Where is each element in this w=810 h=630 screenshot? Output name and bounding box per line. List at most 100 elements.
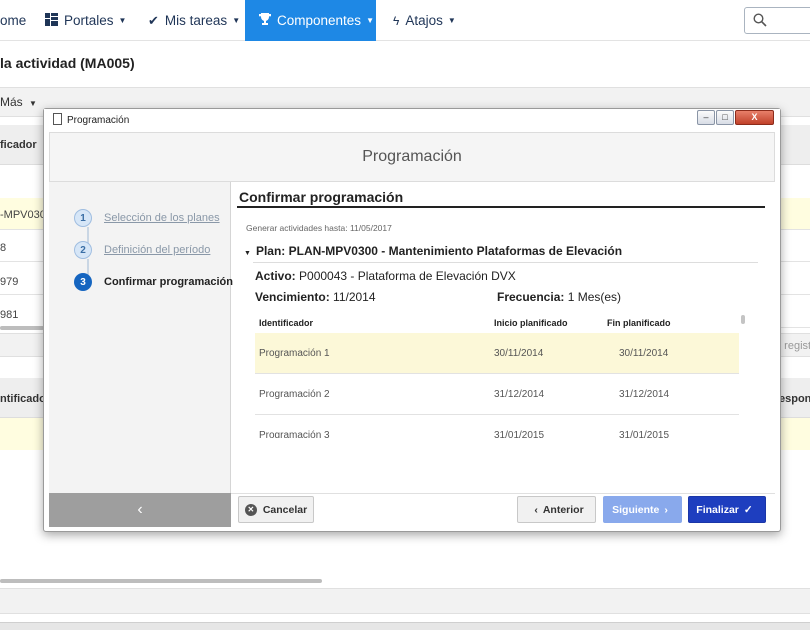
step-label: Selección de los planes bbox=[104, 212, 220, 224]
table-scrollbar[interactable] bbox=[741, 315, 745, 324]
activo-label: Activo: bbox=[255, 269, 296, 283]
confirm-content: Confirmar programación Generar actividad… bbox=[231, 182, 775, 493]
row-identificador: Programación 2 bbox=[259, 389, 330, 400]
checkmark-icon: ✓ bbox=[743, 503, 753, 516]
row-fin: 31/12/2014 bbox=[619, 389, 670, 400]
previous-label: Anterior bbox=[542, 503, 584, 516]
finish-label: Finalizar bbox=[696, 503, 739, 516]
row-identificador: Programación 3 bbox=[259, 430, 330, 438]
nav-portales-label: Portales bbox=[64, 13, 114, 28]
chevron-left-icon: ‹ bbox=[534, 503, 538, 516]
nav-portales[interactable]: Portales ▼ bbox=[45, 0, 126, 41]
row-cell: 8 bbox=[0, 242, 7, 254]
activo-field: Activo: P000043 - Plataforma de Elevació… bbox=[255, 269, 516, 283]
vencimiento-label: Vencimiento: bbox=[255, 290, 330, 304]
wizard-step-2[interactable]: 2 Definición del período bbox=[74, 240, 210, 260]
chevron-down-icon: ▼ bbox=[366, 16, 374, 25]
wizard-step-1[interactable]: 1 Selección de los planes bbox=[74, 208, 220, 228]
row-fin: 31/01/2015 bbox=[619, 430, 670, 438]
programacion-window: Programación – □ X Programación 1 Selecc… bbox=[43, 108, 781, 532]
chevron-down-icon: ▼ bbox=[118, 16, 127, 25]
more-label: Más bbox=[0, 95, 23, 109]
row-cell: 979 bbox=[0, 276, 19, 288]
next-button: Siguiente › bbox=[603, 496, 682, 523]
dialog-footer: ✕ Cancelar ‹ Anterior Siguiente › Finali… bbox=[231, 493, 775, 527]
dialog-title: Programación bbox=[362, 148, 462, 165]
nav-home-label: ome bbox=[0, 13, 27, 28]
step-label: Confirmar programación bbox=[104, 276, 233, 288]
next-label: Siguiente bbox=[612, 503, 660, 516]
page-title: la actividad (MA005) bbox=[0, 55, 135, 71]
document-icon bbox=[53, 113, 62, 125]
cancel-button[interactable]: ✕ Cancelar bbox=[238, 496, 314, 523]
column-header-identificador[interactable]: ficador bbox=[0, 139, 37, 151]
horizontal-scrollbar[interactable] bbox=[0, 326, 44, 330]
horizontal-scrollbar[interactable] bbox=[0, 579, 322, 583]
table-row[interactable]: Programación 3 31/01/2015 31/01/2015 bbox=[255, 415, 739, 438]
frecuencia-field: Frecuencia: 1 Mes(es) bbox=[497, 290, 621, 304]
nav-atajos[interactable]: ϟ Atajos ▼ bbox=[393, 0, 456, 41]
activo-value: P000043 - Plataforma de Elevación DVX bbox=[299, 269, 516, 283]
plan-title: Plan: PLAN-MPV0300 - Mantenimiento Plata… bbox=[255, 244, 623, 258]
nav-home[interactable]: ome bbox=[0, 0, 26, 41]
row-identificador: Programación 1 bbox=[259, 348, 330, 359]
top-navbar: ome Portales ▼ ✔ Mis tareas ▼ Componente… bbox=[0, 0, 810, 41]
step-number: 3 bbox=[74, 273, 92, 291]
row-inicio: 31/01/2015 bbox=[494, 430, 545, 438]
cancel-label: Cancelar bbox=[262, 503, 308, 516]
table-row[interactable]: Programación 1 30/11/2014 30/11/2014 bbox=[255, 333, 739, 374]
schedule-table-body: Programación 1 30/11/2014 30/11/2014 Pro… bbox=[231, 333, 775, 438]
generate-until-text: Generar actividades hasta: 11/05/2017 bbox=[246, 223, 392, 233]
portales-icon bbox=[45, 12, 58, 29]
chevron-down-icon: ▼ bbox=[447, 16, 456, 25]
window-title: Programación bbox=[67, 115, 130, 126]
maximize-button[interactable]: □ bbox=[716, 110, 734, 125]
nav-atajos-label: Atajos bbox=[405, 13, 443, 28]
search-input[interactable] bbox=[744, 7, 810, 34]
column-header-inicio[interactable]: Inicio planificado bbox=[494, 318, 568, 328]
finish-button[interactable]: Finalizar ✓ bbox=[688, 496, 766, 523]
nav-mis-tareas-label: Mis tareas bbox=[164, 13, 228, 28]
step-number: 2 bbox=[74, 241, 92, 259]
vencimiento-field: Vencimiento: 11/2014 bbox=[255, 290, 376, 304]
close-circle-icon: ✕ bbox=[244, 503, 257, 516]
column-header-fin[interactable]: Fin planificado bbox=[607, 318, 671, 328]
window-titlebar[interactable]: Programación – □ X bbox=[44, 109, 780, 131]
step-number: 1 bbox=[74, 209, 92, 227]
wizard-step-3: 3 Confirmar programación bbox=[74, 272, 233, 292]
caret-down-icon: ▼ bbox=[244, 250, 251, 257]
row-cell: -MPV030 bbox=[0, 209, 46, 221]
row-inicio: 30/11/2014 bbox=[494, 348, 544, 359]
column-header-responsable[interactable]: espons bbox=[779, 393, 810, 405]
search-icon bbox=[753, 13, 767, 27]
vencimiento-value: 11/2014 bbox=[333, 290, 376, 304]
chevron-down-icon: ▼ bbox=[29, 99, 37, 108]
schedule-table-header: Identificador Inicio planificado Fin pla… bbox=[255, 316, 739, 332]
wizard-steps-panel: 1 Selección de los planes 2 Definición d… bbox=[49, 182, 233, 523]
check-icon: ✔ bbox=[148, 12, 159, 28]
trophy-icon bbox=[259, 13, 271, 28]
step-label: Definición del período bbox=[104, 244, 211, 256]
row-cell: 981 bbox=[0, 309, 19, 321]
dialog-header: Programación bbox=[49, 132, 775, 182]
close-button[interactable]: X bbox=[735, 110, 774, 125]
frecuencia-value: 1 Mes(es) bbox=[567, 290, 622, 304]
column-header-identificador[interactable]: Identificador bbox=[259, 318, 313, 328]
previous-button[interactable]: ‹ Anterior bbox=[517, 496, 596, 523]
table-row[interactable]: Programación 2 31/12/2014 31/12/2014 bbox=[255, 374, 739, 415]
wizard-back-button[interactable]: ‹ bbox=[49, 493, 231, 527]
page-footer-edge bbox=[0, 622, 810, 630]
chevron-left-icon: ‹ bbox=[137, 501, 143, 518]
nav-componentes-label: Componentes bbox=[277, 13, 362, 28]
plan-divider bbox=[253, 262, 758, 263]
more-menu[interactable]: Más ▼ bbox=[0, 95, 37, 109]
minimize-button[interactable]: – bbox=[697, 110, 715, 125]
content-title: Confirmar programación bbox=[239, 189, 404, 205]
plan-section-toggle[interactable]: ▼ Plan: PLAN-MPV0300 - Mantenimiento Plat… bbox=[244, 244, 622, 258]
frecuencia-label: Frecuencia: bbox=[497, 290, 565, 304]
row-fin: 30/11/2014 bbox=[619, 348, 669, 359]
nav-mis-tareas[interactable]: ✔ Mis tareas ▼ bbox=[148, 0, 240, 41]
title-divider bbox=[237, 206, 765, 208]
page-footer bbox=[0, 588, 810, 614]
nav-componentes[interactable]: Componentes ▼ bbox=[245, 0, 376, 41]
